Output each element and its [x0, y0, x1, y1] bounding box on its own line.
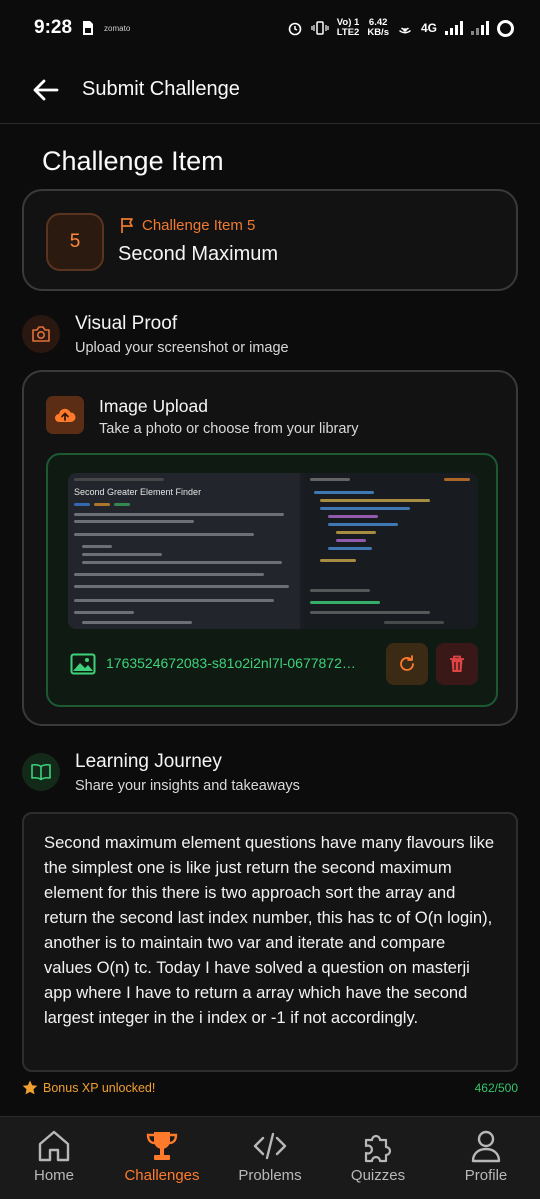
bonus-xp-text: Bonus XP unlocked!: [43, 1080, 156, 1095]
back-button[interactable]: [26, 70, 66, 110]
file-name: 1763524672083-s81o2i2nl7l-0677872…: [106, 655, 356, 671]
status-bar: 9:28 zomato Vo) 1 LTE2 6.42 KB/s 4G: [0, 0, 540, 56]
puzzle-icon: [364, 1134, 392, 1163]
nav-quizzes[interactable]: Quizzes: [324, 1117, 432, 1199]
bottom-navigation: Home Challenges Problems Quizzes Profile: [0, 1116, 540, 1199]
vibrate-icon: [311, 21, 329, 35]
challenge-section-title: Challenge Item: [42, 146, 224, 176]
challenge-card: 5 Challenge Item 5 Second Maximum: [22, 189, 518, 291]
network-speed: 6.42 KB/s: [367, 17, 389, 38]
visual-proof-subtitle: Upload your screenshot or image: [75, 340, 289, 356]
alarm-icon: [288, 22, 302, 36]
challenge-label-text: Challenge Item 5: [142, 217, 256, 234]
nav-home[interactable]: Home: [0, 1117, 108, 1199]
trophy-icon: [146, 1132, 178, 1160]
home-icon: [38, 1130, 70, 1162]
replace-image-button[interactable]: [386, 643, 428, 685]
challenge-name: Second Maximum: [118, 243, 279, 265]
camera-icon: [22, 315, 60, 353]
screenshot-thumbnail: Second Greater Element Finder: [68, 473, 478, 629]
visual-proof-header: Visual Proof Upload your screenshot or i…: [22, 313, 518, 363]
person-icon: [471, 1130, 501, 1163]
flag-icon: [121, 218, 133, 233]
bonus-xp-indicator: Bonus XP unlocked!: [22, 1080, 155, 1095]
image-upload-subtitle: Take a photo or choose from your library: [99, 421, 359, 437]
character-counter: 462/500: [474, 1081, 518, 1095]
signal-icon: [445, 21, 463, 35]
nav-home-label: Home: [33, 1167, 74, 1184]
star-icon: [22, 1080, 38, 1095]
nav-quizzes-label: Quizzes: [350, 1167, 406, 1184]
learning-journey-title: Learning Journey: [75, 751, 222, 772]
network-type: 4G: [420, 21, 437, 35]
refresh-icon: [400, 655, 414, 671]
battery-icon: [497, 19, 514, 37]
sim-icon: [83, 21, 94, 35]
image-upload-card[interactable]: Image Upload Take a photo or choose from…: [22, 370, 518, 726]
page-title: Submit Challenge: [82, 78, 240, 100]
book-icon: [22, 753, 60, 791]
learning-journey-text: Second maximum element questions have ma…: [44, 833, 495, 1027]
nav-challenges-label: Challenges: [124, 1167, 200, 1184]
hotspot-icon: [398, 27, 411, 34]
trash-icon: [450, 655, 464, 672]
challenge-number-badge: 5: [46, 213, 104, 271]
challenge-label: Challenge Item 5: [120, 217, 255, 234]
uploaded-image-preview: Second Greater Element Finder 1763524672…: [46, 453, 498, 707]
screenshot-heading: Second Greater Element Finder: [74, 487, 202, 497]
cloud-upload-icon: [46, 396, 84, 434]
screenshot-problem-pane: Second Greater Element Finder: [68, 473, 300, 629]
app-bar: Submit Challenge: [0, 56, 540, 124]
code-icon: [253, 1132, 287, 1160]
nav-challenges[interactable]: Challenges: [108, 1117, 216, 1199]
learning-journey-textarea[interactable]: Second maximum element questions have ma…: [22, 812, 518, 1072]
file-row: 1763524672083-s81o2i2nl7l-0677872…: [68, 643, 478, 687]
learning-journey-header: Learning Journey Share your insights and…: [22, 751, 518, 801]
signal-icon-2: [471, 21, 489, 35]
image-icon: [70, 653, 96, 675]
image-upload-title: Image Upload: [99, 396, 208, 416]
nav-problems[interactable]: Problems: [216, 1117, 324, 1199]
delete-image-button[interactable]: [436, 643, 478, 685]
notification-app-label: zomato: [104, 23, 131, 33]
learning-journey-subtitle: Share your insights and takeaways: [75, 778, 300, 794]
nav-profile[interactable]: Profile: [432, 1117, 540, 1199]
status-time: 9:28: [34, 17, 73, 38]
screenshot-editor-pane: [304, 473, 478, 629]
nav-profile-label: Profile: [464, 1167, 508, 1184]
arrow-left-icon: [33, 79, 59, 100]
volte-indicator: Vo) 1 LTE2: [336, 17, 360, 38]
visual-proof-title: Visual Proof: [75, 313, 178, 334]
nav-problems-label: Problems: [238, 1167, 302, 1184]
